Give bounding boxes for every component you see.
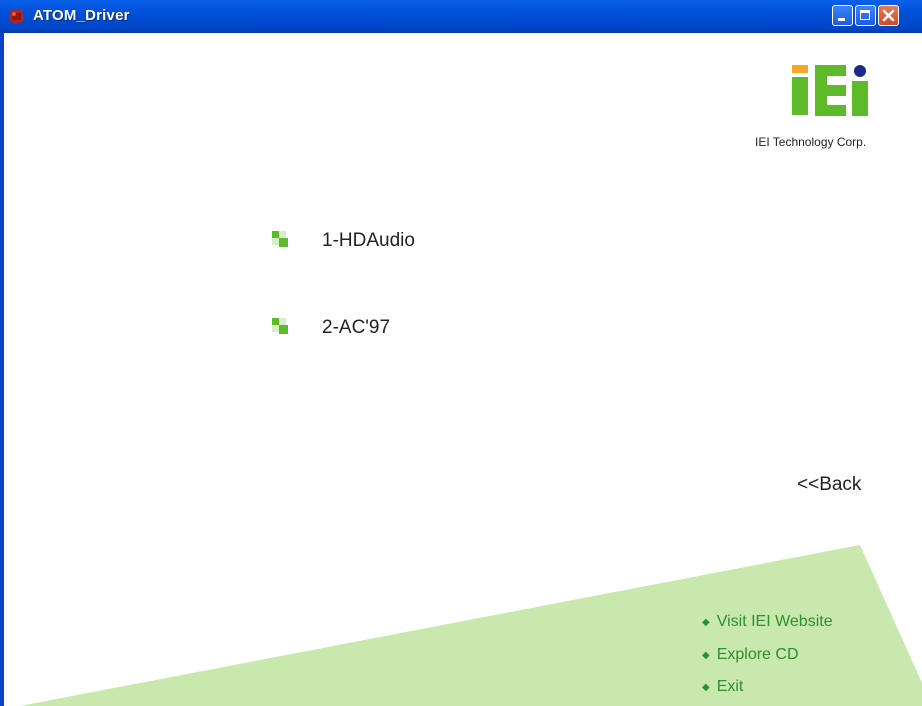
diamond-icon: ◆ [702,650,710,661]
iei-logo [792,65,868,116]
menu-item-ac97[interactable]: 2-AC'97 [272,317,390,339]
menu-item-hdaudio[interactable]: 1-HDAudio [272,230,415,252]
logo-caption: IEI Technology Corp. [755,135,867,149]
green-square-icon [272,231,292,251]
app-icon [9,9,24,24]
diamond-icon: ◆ [702,682,710,693]
diamond-icon: ◆ [702,617,710,628]
minimize-button[interactable] [832,5,853,26]
maximize-button[interactable] [855,5,876,26]
close-icon [882,9,895,22]
window-title: ATOM_Driver [33,7,130,24]
menu-item-label: 1-HDAudio [322,230,415,251]
close-button[interactable] [878,5,899,26]
title-bar[interactable]: ATOM_Driver [0,0,922,33]
link-label: Visit IEI Website [716,613,833,630]
green-square-icon [272,318,292,338]
green-background-shape [20,545,922,706]
main-content: IEI Technology Corp. 1-HDAudio 2-AC'97 <… [4,33,922,706]
exit-link[interactable]: ◆ Exit [702,678,743,696]
menu-item-label: 2-AC'97 [322,317,391,338]
visit-iei-website-link[interactable]: ◆ Visit IEI Website [702,613,833,631]
explore-cd-link[interactable]: ◆ Explore CD [702,646,799,664]
link-label: Explore CD [716,646,799,663]
back-link[interactable]: <<Back [797,474,861,496]
link-label: Exit [716,678,744,695]
